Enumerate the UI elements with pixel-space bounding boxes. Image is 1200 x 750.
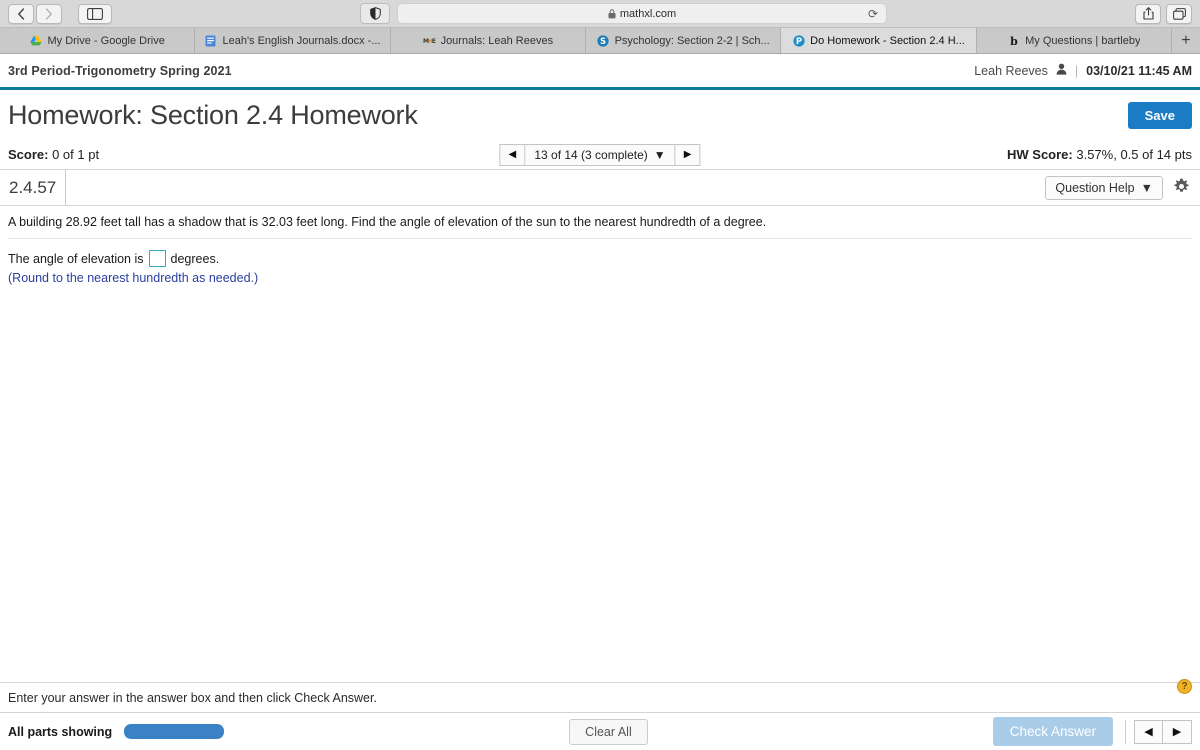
forward-chevron-icon <box>45 7 52 20</box>
address-bar[interactable]: mathxl.com ⟳ <box>397 3 887 24</box>
hw-score-value: 3.57%, 0.5 of 14 pts <box>1076 147 1192 162</box>
footer-navigation: ◀ ▶ <box>1125 719 1192 744</box>
answer-block: The angle of elevation is degrees. (Roun… <box>8 239 1192 285</box>
pearson-icon: P <box>792 34 805 47</box>
question-navigator: ◀ 13 of 14 (3 complete) ▼ ▶ <box>499 143 701 166</box>
parts-showing-label: All parts showing <box>8 724 113 739</box>
question-tools-group: Question Help ▼ <box>1045 175 1200 200</box>
url-display: mathxl.com <box>398 8 886 20</box>
page-title-row: Homework: Section 2.4 Homework Save <box>0 90 1200 140</box>
question-help-button[interactable]: Question Help ▼ <box>1045 175 1163 200</box>
caret-down-icon: ▼ <box>1140 180 1153 195</box>
next-part-button[interactable]: ▶ <box>1163 719 1192 744</box>
new-tab-button[interactable]: + <box>1172 28 1200 53</box>
question-prompt: A building 28.92 feet tall has a shadow … <box>8 215 1192 239</box>
browser-nav-group <box>8 3 62 24</box>
browser-tab-google-drive[interactable]: My Drive - Google Drive <box>0 28 196 53</box>
browser-tab-do-homework[interactable]: P Do Homework - Section 2.4 H... <box>781 28 977 53</box>
user-info-group: Leah Reeves | 03/10/21 11:45 AM <box>974 63 1192 78</box>
answer-line: The angle of elevation is degrees. <box>8 250 1192 267</box>
app-window: mathxl.com ⟳ My Drive - Google Drive Lea… <box>0 0 1200 750</box>
prev-part-button[interactable]: ◀ <box>1134 719 1163 744</box>
score-bar: Score: 0 of 1 pt ◀ 13 of 14 (3 complete)… <box>0 140 1200 170</box>
browser-tab-psychology[interactable]: S Psychology: Section 2-2 | Sch... <box>586 28 782 53</box>
question-workspace <box>0 285 1200 682</box>
svg-text:b: b <box>1010 35 1018 47</box>
bartleby-icon: b <box>1007 34 1020 47</box>
clear-all-button[interactable]: Clear All <box>569 718 648 745</box>
word-doc-icon <box>204 34 217 47</box>
forward-button[interactable] <box>36 3 62 24</box>
tab-overview-icon <box>1172 7 1186 20</box>
tab-overview-button[interactable] <box>1166 3 1192 24</box>
svg-text:S: S <box>600 36 606 46</box>
homework-score-display: HW Score: 3.57%, 0.5 of 14 pts <box>1007 147 1192 162</box>
browser-toolbar: mathxl.com ⟳ <box>0 0 1200 28</box>
question-id-bar: 2.4.57 Question Help ▼ <box>0 170 1200 206</box>
score-value: 0 of 1 pt <box>52 147 100 162</box>
google-drive-icon <box>29 34 42 47</box>
next-question-button[interactable]: ▶ <box>674 143 701 166</box>
help-badge-icon[interactable]: ? <box>1177 679 1192 694</box>
back-chevron-icon <box>18 7 25 20</box>
tab-bar: My Drive - Google Drive Leah's English J… <box>0 28 1200 54</box>
caret-down-icon: ▼ <box>653 147 666 162</box>
reload-button[interactable]: ⟳ <box>868 8 878 20</box>
tab-label: Psychology: Section 2-2 | Sch... <box>614 34 770 47</box>
browser-tab-journals[interactable]: M H E Journals: Leah Reeves <box>391 28 586 53</box>
parts-progress-bar <box>124 724 225 739</box>
answer-suffix: degrees. <box>170 251 220 266</box>
share-icon <box>1142 7 1154 20</box>
question-nav-text: 13 of 14 (3 complete) <box>534 147 648 162</box>
question-help-label: Question Help <box>1055 180 1135 195</box>
back-button[interactable] <box>8 3 34 24</box>
privacy-report-button[interactable] <box>360 3 390 24</box>
prev-question-button[interactable]: ◀ <box>499 143 526 166</box>
toolbar-right-group <box>1135 3 1192 24</box>
share-button[interactable] <box>1135 3 1161 24</box>
header-separator: | <box>1074 63 1079 78</box>
save-button[interactable]: Save <box>1127 101 1192 129</box>
course-title: 3rd Period-Trigonometry Spring 2021 <box>8 63 232 78</box>
tab-label: My Questions | bartleby <box>1025 34 1141 47</box>
footer-hint-text: Enter your answer in the answer box and … <box>8 690 377 705</box>
browser-tab-bartleby[interactable]: b My Questions | bartleby <box>977 28 1172 53</box>
hw-score-label: HW Score: <box>1007 147 1073 162</box>
question-selector[interactable]: 13 of 14 (3 complete) ▼ <box>525 143 675 166</box>
course-header: 3rd Period-Trigonometry Spring 2021 Leah… <box>0 54 1200 90</box>
tab-label: My Drive - Google Drive <box>47 34 165 47</box>
check-answer-button[interactable]: Check Answer <box>992 717 1113 746</box>
answer-prefix: The angle of elevation is <box>8 251 144 266</box>
sidebar-toggle-icon <box>87 7 103 20</box>
page-title: Homework: Section 2.4 Homework <box>8 99 418 130</box>
question-body: A building 28.92 feet tall has a shadow … <box>0 206 1200 285</box>
svg-text:E: E <box>431 38 435 45</box>
svg-text:P: P <box>796 37 802 47</box>
url-area: mathxl.com ⟳ <box>122 3 1125 24</box>
url-text: mathxl.com <box>619 7 677 20</box>
tab-label: Journals: Leah Reeves <box>440 34 554 47</box>
rounding-note: (Round to the nearest hundredth as neede… <box>8 271 259 285</box>
user-name: Leah Reeves <box>974 63 1048 78</box>
footer-action-bar: All parts showing Clear All Check Answer… <box>0 712 1200 750</box>
gear-icon[interactable] <box>1173 178 1190 198</box>
sidebar-toggle-button[interactable] <box>78 3 112 24</box>
tab-label: Leah's English Journals.docx -... <box>222 34 381 47</box>
user-avatar-icon[interactable] <box>1056 63 1067 78</box>
lock-icon <box>608 8 616 18</box>
mcgraw-hill-icon: M H E <box>423 34 436 47</box>
score-display: Score: 0 of 1 pt <box>8 147 99 162</box>
score-label: Score: <box>8 147 49 162</box>
privacy-shield-icon <box>369 7 381 20</box>
schoology-icon: S <box>597 34 610 47</box>
header-datetime: 03/10/21 11:45 AM <box>1086 63 1192 78</box>
footer-hint-bar: Enter your answer in the answer box and … <box>0 679 1200 712</box>
tab-label: Do Homework - Section 2.4 H... <box>810 34 965 47</box>
answer-input[interactable] <box>148 250 166 267</box>
question-id: 2.4.57 <box>0 170 67 205</box>
browser-tab-word-doc[interactable]: Leah's English Journals.docx -... <box>195 28 391 53</box>
